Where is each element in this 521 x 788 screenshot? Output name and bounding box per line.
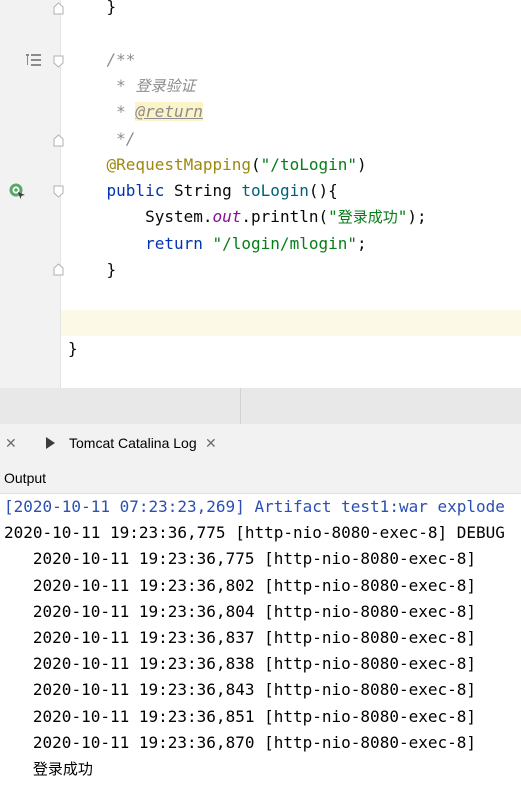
console-indent [4,628,33,647]
console-line: 2020-10-11 19:23:36,775 [http-nio-8080-e… [4,520,505,546]
console-line: 2020-10-11 19:23:36,804 [http-nio-8080-e… [4,599,476,625]
console-text: 2020-10-11 19:23:36,843 [http-nio-8080-e… [32,680,477,700]
console-text: 2020-10-11 19:23:36,851 [http-nio-8080-e… [32,706,477,726]
code-token: "/login/mlogin" [212,233,358,253]
code-token: " [397,207,408,227]
console-text: 2020-10-11 19:23:36,804 [http-nio-8080-e… [32,601,477,621]
code-line[interactable]: } [68,336,78,362]
console-line: 2020-10-11 19:23:36,775 [http-nio-8080-e… [4,546,476,572]
console-line: 2020-10-11 19:23:36,837 [http-nio-8080-e… [4,625,476,651]
code-line[interactable]: @RequestMapping("/toLogin") [68,152,367,178]
console-text: 2020-10-11 19:23:36,837 [http-nio-8080-e… [32,628,477,647]
code-token: 登录成功 [337,208,398,227]
code-line[interactable]: } [68,257,117,283]
editor-tab-strip [0,388,521,425]
fold-start-icon[interactable] [53,55,64,68]
console-line: 2020-10-11 19:23:36,870 [http-nio-8080-e… [4,730,476,756]
code-token: toLogin [241,181,309,201]
console-indent [4,549,33,568]
code-token: */ [116,128,136,148]
code-line[interactable]: System.out.println("登录成功"); [68,204,427,230]
code-line[interactable]: */ [68,126,135,152]
code-token: return [145,233,213,253]
fold-end-icon[interactable] [53,263,64,276]
fold-end-icon[interactable] [53,2,64,15]
code-line[interactable]: } [68,0,117,20]
console-text: 2020-10-11 19:23:36,870 [http-nio-8080-e… [32,732,477,752]
code-token: * [116,102,136,122]
console-line: 2020-10-11 19:23:36,843 [http-nio-8080-e… [4,677,476,703]
close-icon[interactable]: ✕ [205,434,217,452]
console-indent [4,654,33,673]
console-line: 2020-10-11 19:23:36,802 [http-nio-8080-e… [4,573,476,599]
code-token: } [106,0,117,16]
code-token: @RequestMapping [106,154,252,174]
console-text: 2020-10-11 19:23:36,802 [http-nio-8080-e… [32,575,477,595]
code-token: @return [135,102,203,122]
code-token: String [173,181,242,201]
code-token: } [106,260,117,279]
code-token: ; [357,233,367,253]
console-text: 登录成功 [32,760,93,778]
console-line: 2020-10-11 19:23:36,851 [http-nio-8080-e… [4,704,476,730]
output-header: Output [0,462,521,494]
fold-end-icon[interactable] [53,134,64,147]
code-token: (){ [308,181,338,201]
code-token: public [106,181,174,201]
code-token: ( [251,154,261,174]
code-token: System. [145,207,213,227]
console-indent [4,576,33,595]
console-indent [4,680,33,699]
code-line[interactable]: /** [68,47,136,73]
console-indent [4,759,33,778]
console-text: 2020-10-11 19:23:36,838 [http-nio-8080-e… [32,654,477,674]
console-indent [4,602,33,621]
tab-divider [240,388,241,424]
code-token: 登录验证 [135,76,196,95]
console-text: 2020-10-11 19:23:36,775 [http-nio-8080-e… [4,523,505,543]
console-output[interactable]: [2020-10-11 07:23:23,269] Artifact test1… [0,494,521,788]
console-text: [2020-10-11 07:23:23,269] Artifact test1… [4,497,505,516]
code-token: .println( [241,207,329,227]
code-token: } [68,338,78,358]
code-lines[interactable]: } /** * 登录验证 * @return */ @RequestMappin… [68,0,521,388]
console-indent [4,707,33,726]
code-editor[interactable]: } /** * 登录验证 * @return */ @RequestMappin… [0,0,521,388]
tomcat-log-icon [46,437,55,449]
tool-window-tabs: ✕ Tomcat Catalina Log ✕ [0,424,521,463]
structure-icon[interactable] [26,52,42,66]
tab-tomcat-catalina-log[interactable]: Tomcat Catalina Log [69,434,197,452]
code-token: " [328,207,338,227]
code-line[interactable]: return "/login/mlogin"; [68,231,367,257]
request-mapping-gutter-icon[interactable] [8,182,26,200]
console-line: 登录成功 [4,756,93,782]
code-line[interactable]: public String toLogin(){ [68,178,338,204]
code-token: "/toLogin" [260,154,357,174]
code-token: /** [106,49,136,69]
code-line[interactable]: * @return [68,99,203,125]
code-token: out [212,207,242,227]
console-indent [4,733,33,752]
caret-line-gutter [0,310,60,336]
code-line[interactable]: * 登录验证 [68,73,195,99]
code-token: * [116,75,136,95]
console-text: 2020-10-11 19:23:36,775 [http-nio-8080-e… [32,549,477,569]
console-line: 2020-10-11 19:23:36,838 [http-nio-8080-e… [4,651,476,677]
code-token: ) [357,154,367,174]
close-icon[interactable]: ✕ [5,434,17,452]
code-token: ); [407,207,427,227]
console-line: [2020-10-11 07:23:23,269] Artifact test1… [4,494,505,520]
fold-start-icon[interactable] [53,185,64,198]
